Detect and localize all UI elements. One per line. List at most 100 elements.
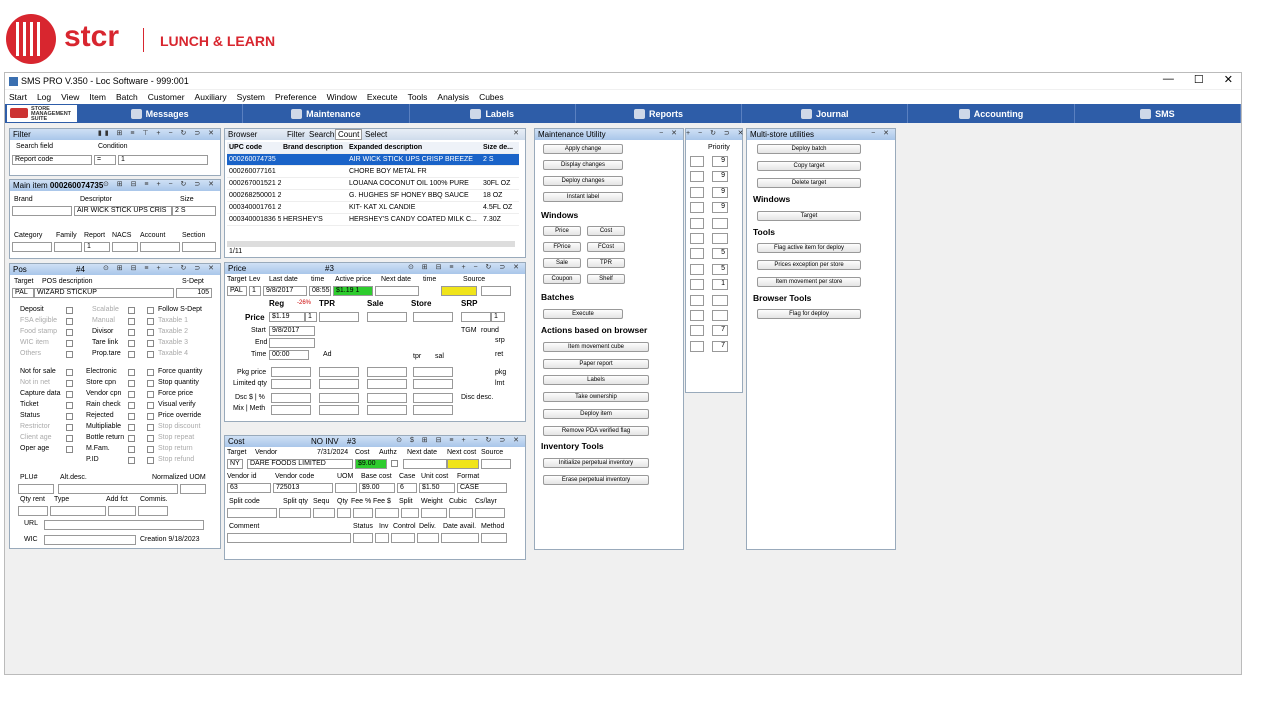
next-date-cost-input[interactable] — [403, 459, 447, 469]
pos-left_labels-checkbox[interactable] — [66, 351, 73, 358]
pos-mid_labels-checkbox[interactable] — [128, 307, 135, 314]
menu-item-3[interactable]: Item — [89, 92, 106, 102]
panel-controls-icon[interactable]: ⊙ ⊞ ⊟ ≡ + − ↻ ⊃ ✕ — [103, 264, 217, 272]
pos-b_mid-checkbox[interactable] — [128, 413, 135, 420]
pos-b_right-checkbox[interactable] — [147, 413, 154, 420]
priority-value[interactable] — [712, 294, 728, 306]
pos-b_left-checkbox[interactable] — [66, 380, 73, 387]
status-input[interactable] — [375, 533, 389, 543]
browser-count-tab[interactable]: Count — [335, 129, 363, 140]
price-grid-input[interactable] — [271, 393, 311, 403]
priority-value[interactable]: 7 — [712, 340, 728, 352]
pos-b_right-checkbox[interactable] — [147, 380, 154, 387]
menu-item-1[interactable]: Log — [37, 92, 51, 102]
pos-right_labels-checkbox[interactable] — [147, 351, 154, 358]
pos-b_right-checkbox[interactable] — [147, 457, 154, 464]
sdept-input[interactable]: 105 — [176, 288, 212, 298]
reg-price-input[interactable]: $1.19 — [269, 312, 305, 322]
pos-b_mid-checkbox[interactable] — [128, 380, 135, 387]
window-coupon-button[interactable]: Coupon — [543, 274, 581, 284]
plu-input[interactable] — [18, 484, 54, 494]
price-grid-input[interactable] — [367, 405, 407, 415]
priority-row-box[interactable] — [690, 294, 704, 306]
status-input[interactable] — [481, 533, 507, 543]
priority-row-box[interactable] — [690, 263, 704, 275]
price-lev-input[interactable]: 1 — [249, 286, 261, 296]
nacs-input[interactable] — [112, 242, 138, 252]
pos-b_left-checkbox[interactable] — [66, 391, 73, 398]
nav-sms[interactable]: SMS — [1075, 104, 1241, 123]
pos-right_labels-checkbox[interactable] — [147, 307, 154, 314]
srp-price-input[interactable] — [461, 312, 491, 322]
pos-left_labels-checkbox[interactable] — [66, 329, 73, 336]
close-button[interactable]: ✕ — [1224, 73, 1233, 86]
split-input[interactable] — [375, 508, 399, 518]
maint-button-1[interactable]: Display changes — [543, 160, 623, 170]
minimize-button[interactable]: — — [1163, 73, 1174, 86]
multi-button-2[interactable]: Delete target — [757, 178, 861, 188]
nav-messages[interactable]: Messages — [77, 104, 244, 123]
multi-button-0[interactable]: Deploy batch — [757, 144, 861, 154]
action-button-4[interactable]: Deploy item — [543, 408, 649, 419]
vendor-input[interactable]: DARE FOODS LIMITED — [247, 459, 353, 469]
pos-b_left-checkbox[interactable] — [66, 435, 73, 442]
cost-input[interactable]: $9.00 — [355, 459, 387, 469]
price-time-input[interactable]: 08:55 — [309, 286, 331, 296]
price-grid-input[interactable] — [367, 393, 407, 403]
pos-b_right-checkbox[interactable] — [147, 435, 154, 442]
priority-value[interactable]: 9 — [712, 186, 728, 198]
browser-col-header[interactable]: Brand description — [281, 144, 347, 151]
pos-b_mid-checkbox[interactable] — [128, 435, 135, 442]
browser-col-header[interactable]: Size de... — [481, 144, 519, 151]
priority-row-box[interactable] — [690, 186, 704, 198]
panel-controls-icon[interactable]: − ✕ — [659, 129, 680, 137]
pos-mid_labels-checkbox[interactable] — [128, 351, 135, 358]
price-source-input[interactable] — [481, 286, 511, 296]
panel-controls-icon[interactable]: + − ↻ ⊃ ✕ — [686, 129, 747, 137]
price-cell-input[interactable] — [367, 312, 407, 322]
pos-mid_labels-checkbox[interactable] — [128, 318, 135, 325]
close-icon[interactable]: ✕ — [513, 129, 522, 137]
priority-row-box[interactable] — [690, 340, 704, 352]
menu-item-8[interactable]: Preference — [275, 92, 317, 102]
tools-button-2[interactable]: Item movement per store — [757, 277, 861, 287]
next-cost-input[interactable] — [447, 459, 479, 469]
pos-mid_labels-checkbox[interactable] — [128, 340, 135, 347]
action-button-0[interactable]: Item movement cube — [543, 342, 649, 352]
vendor-id-input[interactable]: 63 — [227, 483, 271, 493]
price-grid-input[interactable] — [413, 405, 453, 415]
status-input[interactable] — [417, 533, 439, 543]
nav-labels[interactable]: Labels — [410, 104, 576, 123]
window-shelf-button[interactable]: Shelf — [587, 274, 625, 284]
pos-left_labels-checkbox[interactable] — [66, 318, 73, 325]
price-grid-input[interactable] — [271, 379, 311, 389]
window-fcost-button[interactable]: FCost — [587, 242, 625, 252]
menu-item-13[interactable]: Cubes — [479, 92, 504, 102]
window-fprice-button[interactable]: FPrice — [543, 242, 581, 252]
maint-button-0[interactable]: Apply change — [543, 144, 623, 154]
family-input[interactable] — [54, 242, 82, 252]
menu-item-12[interactable]: Analysis — [437, 92, 469, 102]
time-input[interactable]: 00:00 — [269, 350, 309, 360]
pos-mid_labels-checkbox[interactable] — [128, 329, 135, 336]
price-last-date-input[interactable]: 9/8/2017 — [263, 286, 307, 296]
menu-item-5[interactable]: Customer — [148, 92, 185, 102]
table-row[interactable]: 000268250001 2 G. HUGHES SF HONEY BBQ SAU… — [227, 190, 519, 202]
account-input[interactable] — [140, 242, 180, 252]
action-button-5[interactable]: Remove PDA verified flag — [543, 425, 649, 436]
pos-b_left-checkbox[interactable] — [66, 369, 73, 376]
pos-left_labels-checkbox[interactable] — [66, 307, 73, 314]
pos-b_mid-checkbox[interactable] — [128, 391, 135, 398]
flag-for-deploy-button[interactable]: Flag for deploy — [757, 309, 861, 319]
priority-value[interactable]: 9 — [712, 202, 728, 214]
window-cost-button[interactable]: Cost — [587, 226, 625, 236]
normalized-uom-input[interactable] — [180, 484, 206, 494]
pos-b_left-checkbox[interactable] — [66, 446, 73, 453]
menu-item-7[interactable]: System — [237, 92, 265, 102]
nav-journal[interactable]: Journal — [742, 104, 909, 123]
report-input[interactable]: 1 — [84, 242, 110, 252]
horizontal-scrollbar[interactable] — [227, 241, 515, 247]
menu-item-9[interactable]: Window — [327, 92, 357, 102]
priority-row-box[interactable] — [690, 233, 704, 244]
srp-qty-input[interactable]: 1 — [491, 312, 505, 322]
